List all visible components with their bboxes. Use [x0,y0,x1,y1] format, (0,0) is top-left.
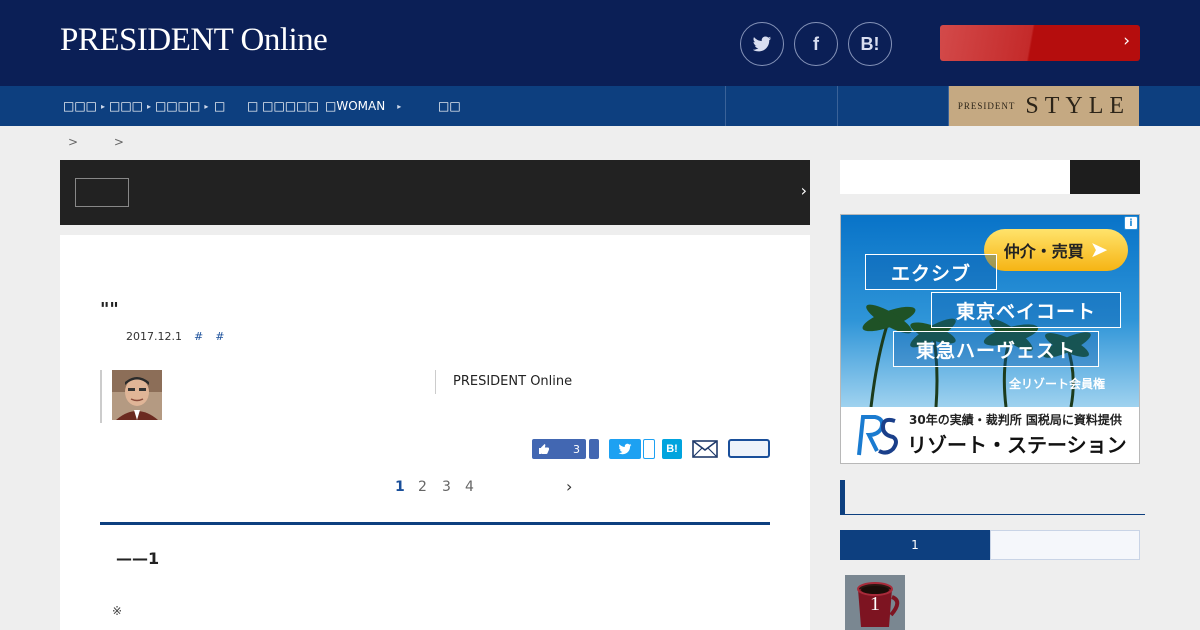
nav-item-label: □ □□□□□ [247,99,319,113]
pagination-page[interactable]: 4 [465,479,474,499]
hatena-bookmark-button[interactable]: B! [848,22,892,66]
hatena-bookmark-button[interactable]: B! [662,439,682,459]
nav-item-5[interactable]: □ □□□□□ [247,86,319,126]
nav-item-4[interactable]: □ [214,86,225,126]
chevron-right-icon: › [800,181,807,200]
facebook-icon: f [813,33,819,54]
style-banner-brand: PRESIDENT [957,101,1016,111]
pagination-next-icon[interactable]: › [566,477,572,496]
style-banner-title: STYLE [1025,92,1131,119]
email-share-button[interactable] [692,439,718,459]
caret-right-icon: ▸ [101,101,106,111]
site-logo[interactable]: PRESIDENT Online [60,22,328,59]
publisher-divider [435,370,436,394]
article-date: 2017.12.1 [126,330,182,343]
breadcrumb: > > [68,135,156,149]
twitter-tweet-button[interactable] [609,439,641,459]
article-tag[interactable]: # [194,330,203,343]
ad-members-text: 全リゾート会員権 [1009,377,1106,391]
like-count: 3 [573,442,580,456]
article-subheading: ——1 [116,549,160,568]
ad-info-icon[interactable]: i [1124,216,1138,230]
nav-item-label: □WOMAN [325,99,386,113]
nav-item-label: □□□□ [155,99,201,113]
twitter-icon [752,36,772,52]
ranking-section-heading [840,480,1145,515]
main-nav: □□□ ▸ □□□ ▸ □□□□ ▸ □ □ □□□□□ □WOMAN ▸ □□ PRE… [0,86,1200,126]
ranking-tab-active[interactable]: 1 [840,530,990,560]
search-button[interactable] [1070,160,1140,194]
share-more-button[interactable] [728,439,770,458]
article-tag[interactable]: # [215,330,224,343]
caret-right-icon: ▸ [204,101,209,111]
topic-bar[interactable]: › [60,160,810,225]
pagination-page[interactable]: 1 [395,479,405,499]
hatena-bookmark-icon: B! [666,443,678,455]
publisher-name: PRESIDENT Online [453,374,573,389]
resort-station-ad[interactable]: i 仲介・売買 ➤ エクシブ 東京ベイコート 東急ハーヴェスト 全リゾート会員権… [840,214,1140,464]
ad-line: エクシブ [865,254,997,290]
tweet-count-bubble [643,439,655,459]
facebook-share-tail[interactable] [589,439,599,459]
nav-item-label: □□□ [109,99,144,113]
site-header: PRESIDENT Online f B! › [0,0,1200,86]
nav-item-label: □□□ [63,99,98,113]
mail-icon [692,440,718,458]
nav-item-3[interactable]: □□□□ ▸ [155,86,208,126]
ad-line: 東京ベイコート [931,292,1121,328]
author-avatar[interactable] [112,370,162,420]
nav-item-7[interactable]: □□ [438,86,461,126]
facebook-share-button[interactable]: f [794,22,838,66]
section-rule [100,522,770,525]
ranking-item-thumbnail[interactable]: 1 [845,575,905,630]
breadcrumb-separator: > [68,135,79,149]
caret-right-icon: ▸ [147,101,152,111]
thumbs-up-icon [539,444,549,454]
nav-item-1[interactable]: □□□ ▸ [63,86,105,126]
ad-cta-label: 仲介・売買 [1003,242,1084,261]
article-note: ※ [112,604,123,618]
facebook-like-button[interactable]: 3 [532,439,586,459]
caret-right-icon: ▸ [397,101,402,111]
breadcrumb-separator: > [113,135,124,149]
ad-cta-pill[interactable]: 仲介・売買 ➤ [984,229,1128,271]
ranking-number: 1 [870,593,880,615]
header-cta-button[interactable]: › [940,25,1140,61]
pagination-page[interactable]: 3 [442,479,451,499]
author-divider [100,370,102,423]
ad-line: 東急ハーヴェスト [893,331,1099,367]
nav-item-label: □ [214,99,226,113]
ad-company-name: リゾート・ステーション [907,433,1127,457]
article-card: "" 2017.12.1 # # PRESIDENT Online 3 B! 1… [60,235,810,630]
nav-item-2[interactable]: □□□ ▸ [109,86,151,126]
ad-record-text: 30年の実績・裁判所 国税局に資料提供 [909,413,1122,427]
resort-station-logo [857,415,898,456]
nav-divider [725,86,726,126]
president-style-banner[interactable]: PRESIDENT STYLE [949,86,1139,126]
chevron-right-icon: › [1123,31,1130,51]
twitter-icon [618,443,632,455]
nav-divider [837,86,838,126]
pagination-page[interactable]: 2 [418,479,427,499]
article-meta: 2017.12.1 # # [126,330,224,343]
hatena-bookmark-icon: B! [860,33,880,54]
article-title: "" [100,299,119,320]
nav-item-label: □□ [438,99,461,113]
search-input[interactable] [840,160,1070,194]
twitter-share-button[interactable] [740,22,784,66]
topic-label-box [75,178,129,207]
ranking-tab[interactable] [990,530,1140,560]
nav-item-woman[interactable]: □WOMAN ▸ [325,86,401,126]
arrow-right-icon: ➤ [1089,237,1109,263]
